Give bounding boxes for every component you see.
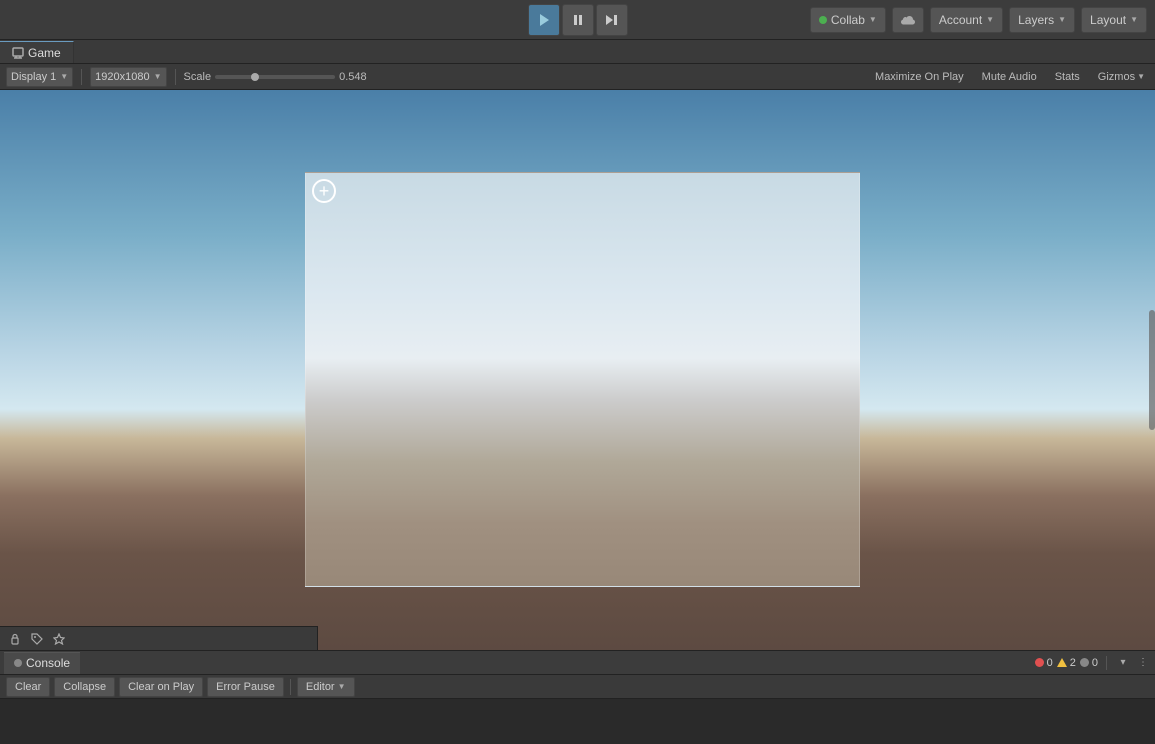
resolution-label: 1920x1080 bbox=[95, 71, 149, 83]
toolbar-right: Collab ▼ Account ▼ Layers ▼ Layout ▼ bbox=[810, 7, 1147, 33]
gizmos-button[interactable]: Gizmos ▼ bbox=[1094, 69, 1149, 85]
console-header-right: 0 2 0 ▾ ⋮ bbox=[1035, 655, 1151, 671]
scale-value: 0.548 bbox=[339, 71, 367, 83]
maximize-on-play-button[interactable]: Maximize On Play bbox=[871, 69, 968, 85]
top-toolbar: Collab ▼ Account ▼ Layers ▼ Layout ▼ bbox=[0, 0, 1155, 40]
game-options-bar: Display 1 ▼ 1920x1080 ▼ Scale 0.548 Maxi… bbox=[0, 64, 1155, 90]
console-tab-label: Console bbox=[26, 656, 70, 670]
clear-button[interactable]: Clear bbox=[6, 677, 50, 697]
header-sep bbox=[1106, 656, 1107, 670]
layers-button[interactable]: Layers ▼ bbox=[1009, 7, 1075, 33]
gizmos-chevron-icon: ▼ bbox=[1137, 72, 1145, 81]
error-icon bbox=[1035, 658, 1044, 667]
warn-count: 2 bbox=[1057, 657, 1076, 669]
game-tab[interactable]: Game bbox=[0, 41, 74, 63]
layout-chevron-icon: ▼ bbox=[1130, 15, 1138, 24]
gizmos-label: Gizmos bbox=[1098, 71, 1135, 83]
account-chevron-icon: ▼ bbox=[986, 15, 994, 24]
display-label: Display 1 bbox=[11, 71, 56, 83]
collapse-arrow-icon[interactable]: ▾ bbox=[1115, 655, 1131, 671]
bottom-left-panel bbox=[0, 626, 318, 650]
step-button[interactable] bbox=[596, 4, 628, 36]
layers-label: Layers bbox=[1018, 13, 1054, 27]
mute-audio-button[interactable]: Mute Audio bbox=[978, 69, 1041, 85]
cloud-button[interactable] bbox=[892, 7, 924, 33]
layout-button[interactable]: Layout ▼ bbox=[1081, 7, 1147, 33]
scale-slider[interactable] bbox=[215, 75, 335, 79]
console-tab[interactable]: Console bbox=[4, 652, 80, 674]
play-controls bbox=[528, 4, 628, 36]
scale-bar: Scale 0.548 bbox=[184, 71, 865, 83]
warn-icon bbox=[1057, 658, 1067, 667]
settings-icon[interactable]: ⋮ bbox=[1135, 655, 1151, 671]
pause-button[interactable] bbox=[562, 4, 594, 36]
warn-count-label: 2 bbox=[1070, 657, 1076, 669]
collapse-button[interactable]: Collapse bbox=[54, 677, 115, 697]
editor-label: Editor bbox=[306, 681, 335, 693]
scale-slider-thumb bbox=[251, 73, 259, 81]
collab-label: Collab bbox=[831, 13, 865, 27]
info-icon bbox=[1080, 658, 1089, 667]
layers-chevron-icon: ▼ bbox=[1058, 15, 1066, 24]
console-toolbar: Clear Collapse Clear on Play Error Pause… bbox=[0, 675, 1155, 699]
resolution-select[interactable]: 1920x1080 ▼ bbox=[90, 67, 166, 87]
collab-chevron-icon: ▼ bbox=[869, 15, 877, 24]
layout-label: Layout bbox=[1090, 13, 1126, 27]
error-count-label: 0 bbox=[1047, 657, 1053, 669]
right-scrollbar[interactable] bbox=[1149, 310, 1155, 430]
game-tab-bar: Game bbox=[0, 40, 1155, 64]
clear-on-play-button[interactable]: Clear on Play bbox=[119, 677, 203, 697]
collab-button[interactable]: Collab ▼ bbox=[810, 7, 886, 33]
scale-label: Scale bbox=[184, 71, 212, 83]
account-label: Account bbox=[939, 13, 982, 27]
game-viewport[interactable]: + bbox=[0, 90, 1155, 670]
error-pause-button[interactable]: Error Pause bbox=[207, 677, 284, 697]
editor-button[interactable]: Editor ▼ bbox=[297, 677, 355, 697]
info-count: 0 bbox=[1080, 657, 1098, 669]
toolbar-sep bbox=[290, 679, 291, 695]
play-button[interactable] bbox=[528, 4, 560, 36]
display-select[interactable]: Display 1 ▼ bbox=[6, 67, 73, 87]
lock-icon[interactable] bbox=[6, 630, 24, 648]
console-content bbox=[0, 699, 1155, 744]
collab-status-dot bbox=[819, 16, 827, 24]
resolution-chevron-icon: ▼ bbox=[154, 72, 162, 81]
console-tab-dot bbox=[14, 659, 22, 667]
cloud-icon bbox=[900, 14, 916, 26]
game-options-right: Maximize On Play Mute Audio Stats Gizmos… bbox=[871, 69, 1149, 85]
editor-chevron-icon: ▼ bbox=[338, 682, 346, 691]
stats-button[interactable]: Stats bbox=[1051, 69, 1084, 85]
account-button[interactable]: Account ▼ bbox=[930, 7, 1003, 33]
separator-2 bbox=[175, 69, 176, 85]
error-count: 0 bbox=[1035, 657, 1053, 669]
game-inner-rect: + bbox=[305, 172, 860, 587]
info-count-label: 0 bbox=[1092, 657, 1098, 669]
console-header: Console 0 2 0 ▾ ⋮ bbox=[0, 651, 1155, 675]
crosshair-icon: + bbox=[312, 179, 336, 203]
game-tab-icon bbox=[12, 47, 24, 59]
console-panel: Console 0 2 0 ▾ ⋮ Clear Collapse Clear o… bbox=[0, 650, 1155, 743]
star-icon[interactable] bbox=[50, 630, 68, 648]
tag-icon[interactable] bbox=[28, 630, 46, 648]
separator-1 bbox=[81, 69, 82, 85]
game-tab-label: Game bbox=[28, 46, 61, 60]
display-chevron-icon: ▼ bbox=[60, 72, 68, 81]
